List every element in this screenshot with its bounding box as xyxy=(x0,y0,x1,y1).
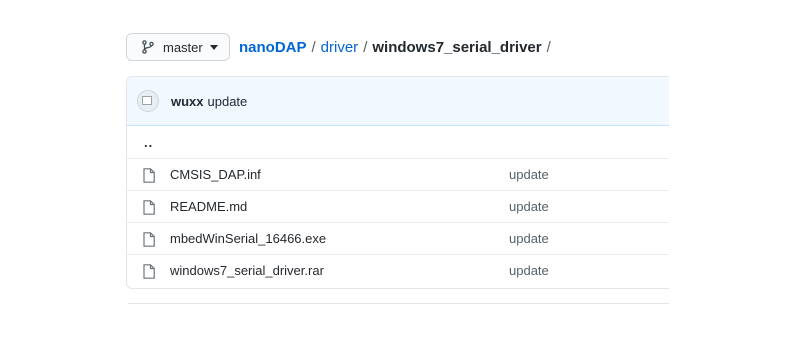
caret-down-icon xyxy=(209,45,218,50)
table-row: mbedWinSerial_16466.exe update xyxy=(127,222,669,254)
latest-commit-bar: wuxx update xyxy=(127,77,669,126)
git-branch-icon xyxy=(141,40,155,54)
file-icon xyxy=(143,168,155,183)
file-icon xyxy=(143,200,155,215)
breadcrumb-repo-link[interactable]: nanoDAP xyxy=(239,38,307,58)
file-list-viewport: wuxx update .. CMSIS_DAP.inf update READ… xyxy=(126,70,669,310)
file-commit-link[interactable]: update xyxy=(509,167,549,182)
divider xyxy=(128,303,669,304)
file-commit-link[interactable]: update xyxy=(509,231,549,246)
breadcrumb: nanoDAP / driver / windows7_serial_drive… xyxy=(239,38,556,58)
file-commit-link[interactable]: update xyxy=(509,263,549,278)
breadcrumb-separator: / xyxy=(311,39,316,56)
breadcrumb-separator: / xyxy=(363,39,368,56)
breadcrumb-separator: / xyxy=(546,39,551,56)
branch-selector-button[interactable]: master xyxy=(126,33,230,61)
table-row: windows7_serial_driver.rar update xyxy=(127,254,669,286)
file-icon xyxy=(143,264,155,279)
file-commit-link[interactable]: update xyxy=(509,199,549,214)
parent-directory-link[interactable]: .. xyxy=(144,135,153,150)
table-row: CMSIS_DAP.inf update xyxy=(127,158,669,190)
commit-message-link[interactable]: update xyxy=(208,94,248,109)
table-row: README.md update xyxy=(127,190,669,222)
file-name-link[interactable]: mbedWinSerial_16466.exe xyxy=(170,231,326,246)
file-list: wuxx update .. CMSIS_DAP.inf update READ… xyxy=(126,76,669,289)
parent-directory-row[interactable]: .. xyxy=(127,126,669,158)
file-name-link[interactable]: README.md xyxy=(170,199,247,214)
commit-author-link[interactable]: wuxx xyxy=(171,94,204,109)
avatar[interactable] xyxy=(137,90,159,112)
file-name-link[interactable]: CMSIS_DAP.inf xyxy=(170,167,261,182)
repo-file-browser: master nanoDAP / driver / windows7_seria… xyxy=(0,0,800,338)
breadcrumb-driver-link[interactable]: driver xyxy=(321,38,359,58)
file-icon xyxy=(143,232,155,247)
breadcrumb-current-folder: windows7_serial_driver xyxy=(372,39,542,56)
branch-label: master xyxy=(163,39,203,55)
file-name-link[interactable]: windows7_serial_driver.rar xyxy=(170,263,324,278)
